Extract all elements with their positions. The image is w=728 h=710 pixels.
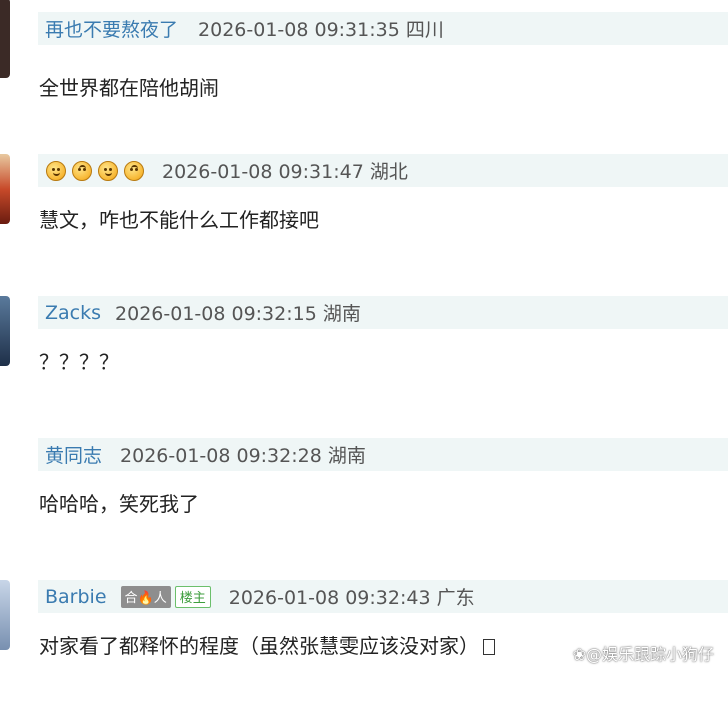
location: 湖南 xyxy=(327,445,366,467)
watermark: ❀@娱乐跟踪小狗仔 xyxy=(572,645,714,664)
missing-glyph-icon xyxy=(483,639,495,655)
comment-text: 慧文，咋也不能什么工作都接吧 xyxy=(39,208,319,232)
comment-text: ？？？？ xyxy=(39,350,119,374)
comment-item: 再也不要熬夜了 2026-01-08 09:31:35 四川 全世界都在陪他胡闹 xyxy=(0,0,728,142)
comment-text: 对家看了都释怀的程度（虽然张慧雯应该没对家） xyxy=(39,630,495,659)
original-poster-badge: 楼主 xyxy=(174,585,211,608)
comment-meta: 2026-01-08 09:31:35 四川 xyxy=(198,15,444,42)
comment-text-content: 对家看了都释怀的程度（虽然张慧雯应该没对家） xyxy=(39,634,479,658)
comment-header: Barbie 合🔥人 楼主 2026-01-08 09:32:43 广东 xyxy=(38,580,728,613)
comment-meta: 2026-01-08 09:31:47 湖北 xyxy=(162,157,408,184)
comment-header: 再也不要熬夜了 2026-01-08 09:31:35 四川 xyxy=(38,12,728,45)
comment-header: 黄同志 2026-01-08 09:32:28 湖南 xyxy=(38,438,728,471)
comment-header: 2026-01-08 09:31:47 湖北 xyxy=(38,154,728,187)
location: 广东 xyxy=(436,587,475,609)
comment-item: Zacks 2026-01-08 09:32:15 湖南 ？？？？ xyxy=(0,284,728,426)
slightly-smiling-face-icon xyxy=(98,160,118,181)
comment-text: 哈哈哈，笑死我了 xyxy=(39,492,199,516)
comment-item: Barbie 合🔥人 楼主 2026-01-08 09:32:43 广东 对家看… xyxy=(0,568,728,710)
avatar[interactable] xyxy=(0,466,4,486)
timestamp: 2026-01-08 09:31:35 xyxy=(198,19,400,41)
comment-meta: 2026-01-08 09:32:28 湖南 xyxy=(120,441,366,468)
upside-down-face-icon xyxy=(124,160,144,181)
comment-text: 全世界都在陪他胡闹 xyxy=(39,76,219,100)
timestamp: 2026-01-08 09:32:43 xyxy=(228,587,431,609)
comment-item: 2026-01-08 09:31:47 湖北 慧文，咋也不能什么工作都接吧 xyxy=(0,142,728,284)
timestamp: 2026-01-08 09:32:15 xyxy=(115,303,317,325)
username-link[interactable]: Zacks xyxy=(45,302,101,324)
comment-meta: 2026-01-08 09:32:43 广东 xyxy=(229,583,475,610)
avatar[interactable] xyxy=(0,580,10,650)
avatar[interactable] xyxy=(0,0,10,78)
location: 四川 xyxy=(405,19,444,41)
comment-meta: 2026-01-08 09:32:15 湖南 xyxy=(115,299,361,326)
location: 湖北 xyxy=(369,161,408,183)
username-link[interactable]: 再也不要熬夜了 xyxy=(45,15,178,42)
timestamp: 2026-01-08 09:32:28 xyxy=(120,445,322,467)
fan-level-badge[interactable]: 合🔥人 xyxy=(120,585,171,608)
slightly-smiling-face-icon xyxy=(46,160,66,181)
username-link[interactable] xyxy=(46,160,150,181)
username-link[interactable]: Barbie xyxy=(45,586,107,608)
username-link[interactable]: 黄同志 xyxy=(45,441,102,468)
location: 湖南 xyxy=(322,303,361,325)
avatar[interactable] xyxy=(0,296,10,366)
upside-down-face-icon xyxy=(72,160,92,181)
timestamp: 2026-01-08 09:31:47 xyxy=(162,161,364,183)
avatar[interactable] xyxy=(0,154,10,224)
comment-header: Zacks 2026-01-08 09:32:15 湖南 xyxy=(38,296,728,329)
comment-item: 黄同志 2026-01-08 09:32:28 湖南 哈哈哈，笑死我了 xyxy=(0,426,728,568)
